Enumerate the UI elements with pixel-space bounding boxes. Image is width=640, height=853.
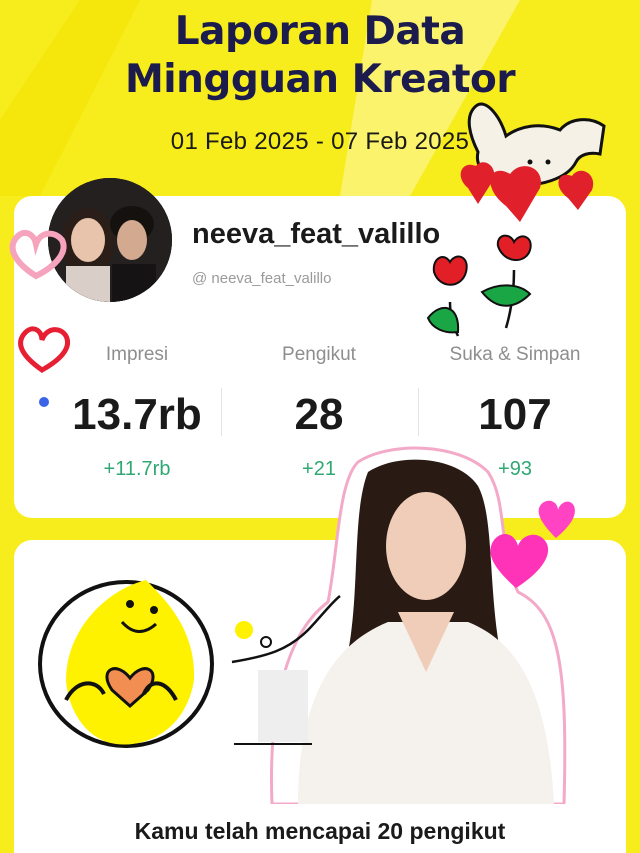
stat-label: Suka & Simpan	[449, 344, 581, 365]
bunny-with-hearts-icon	[460, 102, 606, 222]
tulip-flowers-icon	[426, 234, 532, 337]
heart-outline-icon	[18, 326, 70, 373]
stat-value: 13.7rb	[72, 390, 202, 439]
stat-divider	[221, 388, 222, 436]
profile-username[interactable]: neeva_feat_valillo	[192, 218, 440, 251]
pink-hearts-icon	[490, 500, 575, 588]
stat-label: Pengikut	[282, 344, 356, 365]
stat-value: 107	[478, 390, 552, 439]
stat-delta: +11.7rb	[103, 458, 171, 480]
stat-divider	[418, 388, 419, 436]
page-title: Laporan Data Mingguan Kreator	[0, 8, 640, 104]
profile-handle: @ neeva_feat_valillo	[192, 270, 332, 287]
blue-dot-icon	[39, 397, 49, 407]
doodle-line-icon	[231, 595, 341, 745]
smiley-lemon-heart-icon	[38, 580, 214, 748]
stat-value: 28	[294, 390, 344, 439]
title-line-1: Laporan Data	[174, 9, 466, 54]
pink-heart-outline-icon	[9, 229, 67, 280]
milestone-text: Kamu telah mencapai 20 pengikut	[134, 818, 506, 844]
